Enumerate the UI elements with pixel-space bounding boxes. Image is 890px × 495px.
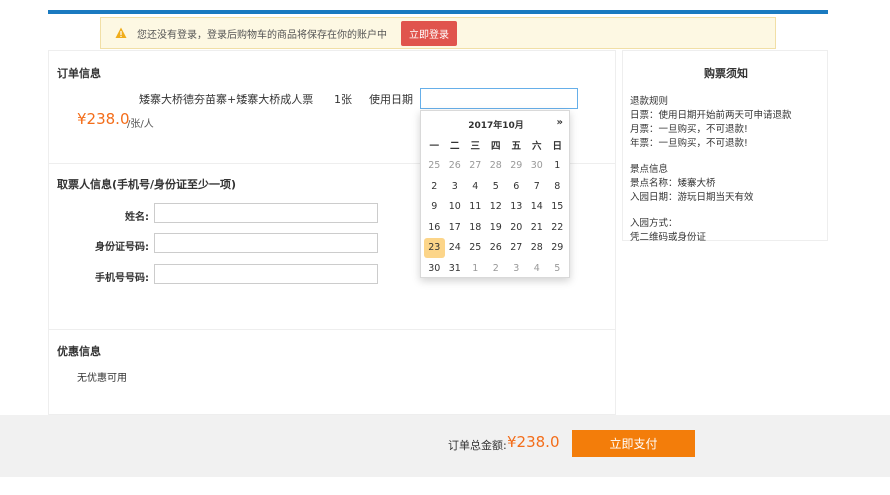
ticket-holder-title: 取票人信息(手机号/身份证至少一项) xyxy=(57,178,237,191)
calendar-day[interactable]: 19 xyxy=(486,217,507,238)
checkout-page: 您还没有登录，登录后购物车的商品将保存在你的账户中 立即登录 订单信息 矮寨大桥… xyxy=(0,0,890,495)
calendar-day[interactable]: 31 xyxy=(445,258,466,279)
phone-input[interactable] xyxy=(154,264,378,284)
next-month-button[interactable]: » xyxy=(557,117,563,128)
notice-line: 景点信息 xyxy=(630,164,669,175)
calendar-day[interactable]: 29 xyxy=(547,238,568,259)
calendar-day[interactable]: 6 xyxy=(506,176,527,197)
weekday-header: 三 xyxy=(470,141,480,153)
calendar-day[interactable]: 5 xyxy=(486,176,507,197)
calendar-day[interactable]: 24 xyxy=(445,238,466,259)
calendar-day[interactable]: 21 xyxy=(527,217,548,238)
calendar-day[interactable]: 15 xyxy=(547,197,568,218)
total-label: 订单总金额: xyxy=(448,439,507,452)
price-unit: /张/人 xyxy=(127,119,154,130)
top-accent-bar xyxy=(48,10,828,14)
calendar-day[interactable]: 2 xyxy=(424,176,445,197)
discount-title: 优惠信息 xyxy=(57,345,101,358)
calendar-day[interactable]: 5 xyxy=(547,258,568,279)
id-number-label: 身份证号码: xyxy=(95,242,149,253)
calendar-day[interactable]: 30 xyxy=(424,258,445,279)
calendar-day[interactable]: 2 xyxy=(486,258,507,279)
calendar-day[interactable]: 26 xyxy=(486,238,507,259)
ticket-quantity: 1张 xyxy=(334,93,352,106)
weekday-header: 日 xyxy=(552,141,562,153)
calendar-day[interactable]: 28 xyxy=(486,156,507,177)
calendar-day[interactable]: 27 xyxy=(465,156,486,177)
calendar-day[interactable]: 18 xyxy=(465,217,486,238)
calendar-day[interactable]: 8 xyxy=(547,176,568,197)
calendar-day[interactable]: 3 xyxy=(445,176,466,197)
notice-message: 您还没有登录，登录后购物车的商品将保存在你的账户中 xyxy=(137,29,387,41)
login-button[interactable]: 立即登录 xyxy=(401,20,457,46)
date-picker-header: 2017年10月 » xyxy=(421,111,571,137)
ticket-notice-panel: 购票须知 退款规则 日票：使用日期开始前两天可申请退款 月票：一旦购买，不可退款… xyxy=(622,50,828,243)
phone-label: 手机号号码: xyxy=(95,273,149,284)
calendar-day[interactable]: 29 xyxy=(506,156,527,177)
calendar-day[interactable]: 20 xyxy=(506,217,527,238)
name-input[interactable] xyxy=(154,203,378,223)
selected-day-cell[interactable]: 23 xyxy=(424,237,445,258)
notice-line: 景点名称：矮寨大桥 xyxy=(630,178,716,189)
calendar-day[interactable]: 7 xyxy=(527,176,548,197)
calendar-day[interactable]: 17 xyxy=(445,217,466,238)
calendar-day[interactable]: 22 xyxy=(547,217,568,238)
calendar-day[interactable]: 1 xyxy=(547,156,568,177)
login-notice: 您还没有登录，登录后购物车的商品将保存在你的账户中 立即登录 xyxy=(100,17,776,49)
notice-line: 入园日期：游玩日期当天有效 xyxy=(630,192,754,203)
weekday-header: 一 xyxy=(429,141,439,153)
weekday-header: 二 xyxy=(449,141,460,153)
notice-line: 年票：一旦购买，不可退款! xyxy=(630,138,748,149)
use-date-label: 使用日期 xyxy=(369,93,413,106)
notice-line: 月票：一旦购买，不可退款! xyxy=(630,124,748,135)
month-title: 2017年10月 xyxy=(468,121,524,131)
order-info-title: 订单信息 xyxy=(57,67,101,80)
calendar-day[interactable]: 11 xyxy=(465,197,486,218)
notice-line: 日票：使用日期开始前两天可申请退款 xyxy=(630,110,792,121)
calendar-grid: 一二三四五六日 25 26 27 28 29 30 1 2 3 4 5 6 7 8 9 10 11 12 13 14 15… xyxy=(424,135,568,279)
id-number-input[interactable] xyxy=(154,233,378,253)
calendar-day[interactable]: 9 xyxy=(424,197,445,218)
total-amount: ¥238.0 xyxy=(507,433,560,451)
section-divider xyxy=(49,329,615,330)
warning-icon xyxy=(115,27,127,38)
calendar-day[interactable]: 13 xyxy=(506,197,527,218)
calendar-day[interactable]: 25 xyxy=(424,156,445,177)
calendar-day[interactable]: 30 xyxy=(527,156,548,177)
calendar-day[interactable]: 3 xyxy=(506,258,527,279)
name-label: 姓名: xyxy=(125,212,149,223)
date-picker: 2017年10月 » 一二三四五六日 25 26 27 28 29 30 1 2 3 4 5 6 7 8 9 1… xyxy=(420,110,570,278)
calendar-day[interactable]: 14 xyxy=(527,197,548,218)
calendar-day[interactable]: 25 xyxy=(465,238,486,259)
weekday-header: 五 xyxy=(511,141,521,153)
checkout-footer: 订单总金额: ¥238.0 立即支付 xyxy=(0,415,890,477)
calendar-day[interactable]: 12 xyxy=(486,197,507,218)
calendar-day[interactable]: 16 xyxy=(424,217,445,238)
calendar-day[interactable]: 26 xyxy=(445,156,466,177)
no-discount-text: 无优惠可用 xyxy=(77,373,127,384)
calendar-day[interactable]: 4 xyxy=(465,176,486,197)
calendar-day[interactable]: 10 xyxy=(445,197,466,218)
weekday-header: 六 xyxy=(531,141,542,153)
unit-price: ¥238.0 xyxy=(77,110,130,128)
notice-line: 凭二维码或身份证 xyxy=(630,232,707,243)
pay-now-button[interactable]: 立即支付 xyxy=(572,430,695,457)
ticket-notice-title: 购票须知 xyxy=(704,67,748,80)
use-date-input[interactable] xyxy=(420,88,578,109)
calendar-day[interactable]: 4 xyxy=(527,258,548,279)
notice-line: 退款规则 xyxy=(630,96,669,107)
calendar-day[interactable]: 28 xyxy=(527,238,548,259)
notice-line: 入园方式： xyxy=(630,218,678,229)
calendar-day[interactable]: 27 xyxy=(506,238,527,259)
weekday-header: 四 xyxy=(490,141,501,153)
calendar-day[interactable]: 1 xyxy=(465,258,486,279)
product-name: 矮寨大桥德夯苗寨+矮寨大桥成人票 xyxy=(139,93,314,106)
